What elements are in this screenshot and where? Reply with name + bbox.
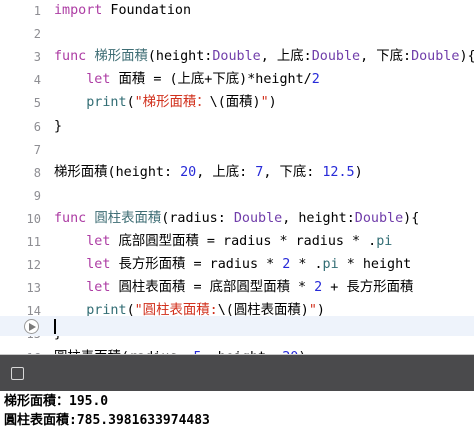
code-line[interactable]: 7	[0, 140, 474, 160]
code-token: )	[268, 95, 277, 111]
code-line[interactable]: 12 let 長方形面積 = radius * 2 * .pi * height	[0, 255, 474, 275]
code-text: func 圓柱表面積(radius: Double, height:Double…	[54, 209, 419, 229]
code-token: Double	[212, 49, 261, 65]
code-line[interactable]: 8 梯形面積(height: 20, 上底: 7, 下底: 12.5)	[0, 163, 474, 183]
code-token: Foundation	[102, 3, 192, 18]
line-number: 3	[33, 50, 41, 65]
code-text: let 面積 = (上底+下底)*height/2	[54, 70, 320, 90]
line-number: 9	[33, 188, 41, 203]
line-number: 6	[33, 119, 41, 134]
code-token: \(面積)	[209, 95, 261, 111]
code-token: 20	[180, 164, 197, 180]
code-token: let	[86, 280, 111, 296]
code-text: import Foundation	[54, 1, 191, 21]
code-token: ){	[459, 49, 474, 65]
code-token: , 下底:	[263, 164, 323, 180]
code-token: (radius:	[161, 210, 234, 226]
code-token: , 下底:	[360, 49, 412, 65]
line-number: 7	[33, 142, 41, 157]
console-line-1: 梯形面積：195.0	[4, 394, 109, 409]
code-line[interactable]: 4 let 面積 = (上底+下底)*height/2	[0, 70, 474, 90]
code-text: print("梯形面積：\(面積)")	[54, 93, 277, 113]
code-token: print	[86, 95, 127, 111]
code-token: func	[54, 210, 87, 226]
code-token: * .	[290, 257, 323, 273]
code-token: (height:	[147, 49, 213, 65]
code-token: import	[54, 3, 103, 18]
code-token: pi	[322, 257, 339, 273]
code-token: Double	[233, 210, 283, 226]
code-token: (	[126, 95, 135, 111]
code-line[interactable]: 5 print("梯形面積：\(面積)")	[0, 93, 474, 113]
current-line[interactable]	[0, 316, 474, 336]
code-text: let 圓柱表面積 = 底部圓型面積 * 2 + 長方形面積	[54, 278, 413, 298]
code-text: let 長方形面積 = radius * 2 * .pi * height	[54, 255, 411, 275]
run-button[interactable]	[24, 319, 39, 334]
code-text: 梯形面積(height: 20, 上底: 7, 下底: 12.5)	[54, 163, 363, 183]
line-number: 1	[33, 4, 41, 18]
code-line[interactable]: 1 import Foundation	[0, 1, 474, 21]
code-token: Double	[311, 49, 361, 65]
code-token: 圓柱表面積 = 底部圓型面積 *	[110, 280, 315, 296]
code-token: "梯形面積：	[134, 95, 210, 111]
code-token: )	[354, 164, 363, 180]
line-number: 4	[33, 73, 41, 88]
code-token: let	[86, 72, 111, 88]
code-token: 12.5	[322, 164, 355, 180]
code-token: 梯形面積(height:	[54, 164, 181, 180]
code-token: , height:	[282, 210, 355, 226]
code-token: 2	[311, 72, 320, 88]
line-number: 5	[33, 96, 41, 111]
code-token: Double	[411, 49, 460, 65]
line-number: 10	[26, 211, 41, 226]
code-token: "	[260, 95, 269, 111]
line-number: 13	[26, 281, 41, 296]
code-token: , 上底:	[196, 164, 256, 180]
line-number: 8	[33, 165, 41, 180]
debug-bar	[0, 355, 474, 391]
code-token: func	[54, 49, 87, 65]
code-line[interactable]: 2	[0, 24, 474, 44]
code-token: 面積 = (上底+下底)*height/	[110, 72, 312, 88]
console-line-2: 圓柱表面積:785.3981633974483	[4, 413, 210, 428]
code-text: let 底部圓型面積 = radius * radius * .pi	[54, 232, 392, 252]
code-text: }	[54, 117, 62, 137]
code-token: }	[54, 118, 63, 134]
code-line[interactable]: 3 func 梯形面積(height:Double, 上底:Double, 下底:…	[0, 47, 474, 67]
code-token: Double	[354, 210, 404, 226]
console-output: 梯形面積：195.0 圓柱表面積:785.3981633974483	[0, 391, 474, 438]
code-text: func 梯形面積(height:Double, 上底:Double, 下底:D…	[54, 47, 474, 67]
code-token: , 上底:	[260, 49, 312, 65]
play-icon	[29, 323, 36, 331]
code-line[interactable]: 6}	[0, 117, 474, 137]
code-line[interactable]: 10 func 圓柱表面積(radius: Double, height:Doub…	[0, 209, 474, 229]
code-token: pi	[376, 234, 393, 249]
code-line[interactable]: 9	[0, 186, 474, 206]
code-token: ){	[403, 210, 420, 226]
code-token: 圓柱表面積	[94, 210, 162, 226]
code-token: 梯形面積	[94, 49, 148, 65]
code-line[interactable]: 13 let 圓柱表面積 = 底部圓型面積 * 2 + 長方形面積	[0, 278, 474, 298]
line-number: 12	[26, 258, 41, 273]
code-editor[interactable]: 1 import Foundation 2 3 func 梯形面積(height:Dou…	[0, 0, 474, 365]
code-token: 底部圓型面積 = radius * radius * .	[110, 234, 377, 249]
code-token: let	[86, 257, 111, 273]
line-number: 2	[33, 27, 41, 42]
line-number: 11	[26, 235, 41, 249]
text-cursor	[54, 319, 56, 334]
code-token: let	[86, 234, 111, 249]
code-token: + 長方形面積	[322, 280, 414, 296]
code-token: 長方形面積 = radius *	[110, 257, 283, 273]
console-toggle-button[interactable]	[11, 367, 24, 380]
code-line[interactable]: 11 let 底部圓型面積 = radius * radius * .pi	[0, 232, 474, 252]
code-token: * height	[338, 257, 412, 273]
